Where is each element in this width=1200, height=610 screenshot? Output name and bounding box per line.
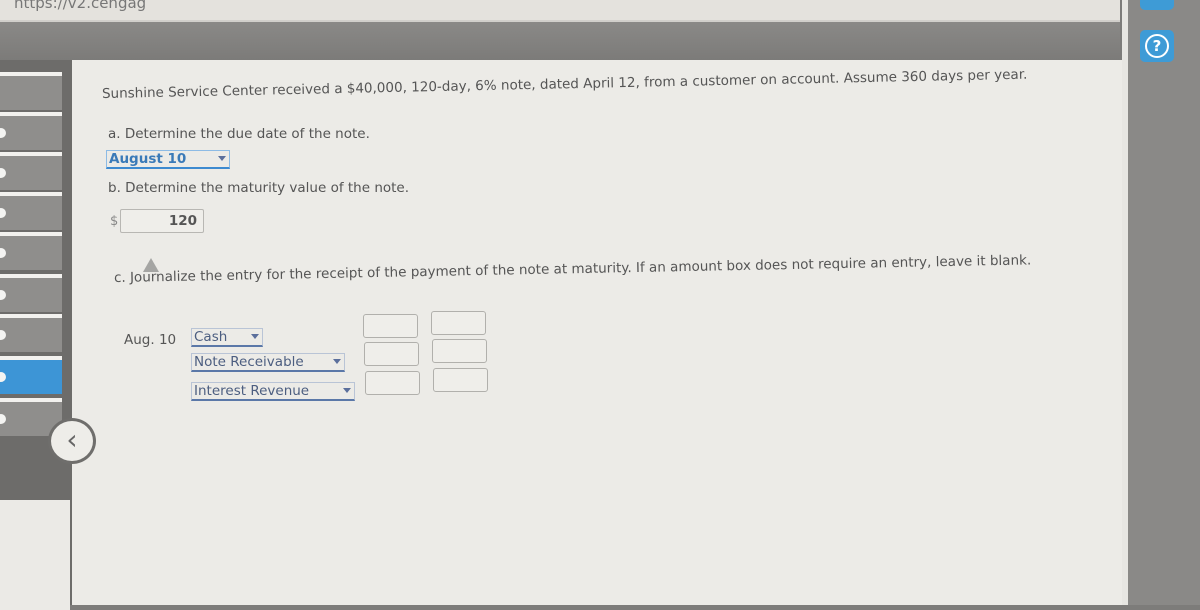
url-text: https://v2.cengag <box>14 0 147 12</box>
dropdown-caret-icon <box>333 359 341 364</box>
bullet-icon <box>0 208 6 218</box>
question-circle-icon: ? <box>1145 34 1169 58</box>
sidebar-footer <box>0 500 70 610</box>
currency-symbol: $ <box>110 214 119 229</box>
bullet-icon <box>0 372 6 382</box>
debit-input-cash[interactable] <box>363 314 418 338</box>
top-toolbar <box>0 22 1120 60</box>
sidebar-item-active[interactable] <box>0 356 62 394</box>
account-dropdown-cash[interactable]: Cash <box>191 328 263 347</box>
help-button[interactable]: ? <box>1140 30 1174 62</box>
right-toolbar <box>1122 0 1200 605</box>
account-name: Note Receivable <box>194 354 304 370</box>
journal-date: Aug. 10 <box>124 332 177 348</box>
dropdown-caret-icon <box>218 156 226 161</box>
credit-input-note-receivable[interactable] <box>432 339 487 363</box>
credit-input-interest-revenue[interactable] <box>433 368 488 392</box>
sidebar <box>0 60 75 610</box>
toolbar-button[interactable] <box>1140 0 1174 10</box>
mouse-cursor-icon <box>143 258 159 272</box>
bullet-icon <box>0 128 6 138</box>
part-b-question: b. Determine the maturity value of the n… <box>108 180 410 196</box>
due-date-dropdown[interactable]: August 10 <box>106 150 230 169</box>
debit-input-note-receivable[interactable] <box>364 342 419 366</box>
bullet-icon <box>0 330 6 340</box>
due-date-value: August 10 <box>109 151 187 167</box>
debit-input-interest-revenue[interactable] <box>365 371 420 395</box>
sidebar-item[interactable] <box>0 232 62 270</box>
credit-input-cash[interactable] <box>431 311 486 335</box>
browser-url-bar[interactable]: https://v2.cengag <box>0 0 1120 22</box>
chevron-left-icon: ‹ <box>66 423 78 456</box>
sidebar-item[interactable] <box>0 274 62 312</box>
dropdown-caret-icon <box>343 388 351 393</box>
sidebar-item[interactable] <box>0 314 62 352</box>
sidebar-item[interactable] <box>0 192 62 230</box>
account-name: Interest Revenue <box>194 383 310 399</box>
collapse-sidebar-button[interactable]: ‹ <box>48 418 96 464</box>
maturity-value-input[interactable]: 120 <box>120 209 204 233</box>
account-dropdown-note-receivable[interactable]: Note Receivable <box>191 353 345 372</box>
sidebar-item[interactable] <box>0 152 62 190</box>
sidebar-item[interactable] <box>0 72 62 110</box>
account-name: Cash <box>194 329 228 345</box>
sidebar-item[interactable] <box>0 112 62 150</box>
bullet-icon <box>0 414 6 424</box>
bullet-icon <box>0 168 6 178</box>
account-dropdown-interest-revenue[interactable]: Interest Revenue <box>191 382 355 401</box>
part-a-question: a. Determine the due date of the note. <box>108 126 370 142</box>
bullet-icon <box>0 290 6 300</box>
dropdown-caret-icon <box>251 334 259 339</box>
bullet-icon <box>0 248 6 258</box>
